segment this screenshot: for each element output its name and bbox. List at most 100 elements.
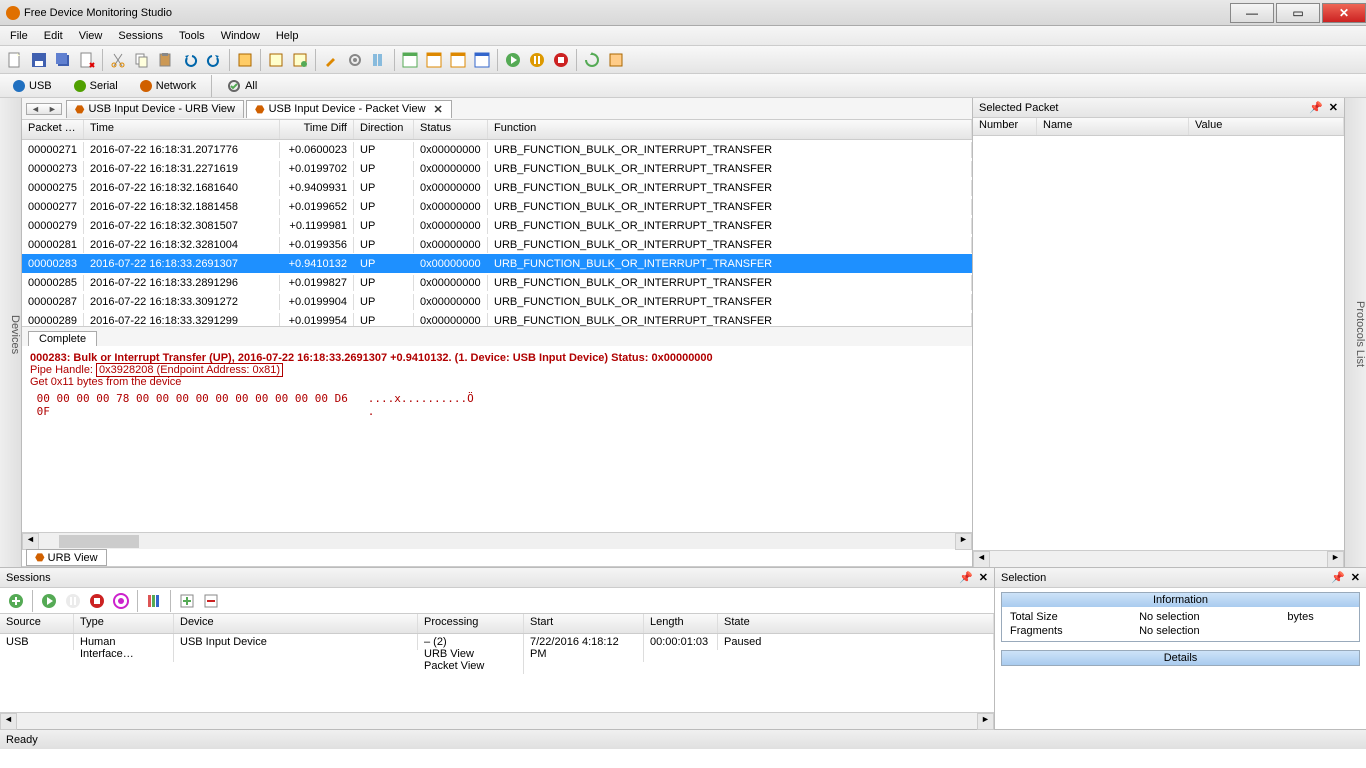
detail-pane[interactable]: 000283: Bulk or Interrupt Transfer (UP),… <box>22 346 972 532</box>
session-add-icon[interactable] <box>6 591 26 611</box>
tab-urb-view[interactable]: ⬣USB Input Device - URB View <box>66 100 244 118</box>
sessions-hscroll[interactable]: ◄► <box>0 712 994 729</box>
devices-dock-tab[interactable]: Devices <box>0 98 22 567</box>
close-panel-icon[interactable]: ✕ <box>1329 101 1338 114</box>
main-toolbar <box>0 46 1366 74</box>
copy-icon[interactable] <box>131 49 153 71</box>
session-pause-icon[interactable] <box>63 591 83 611</box>
paste-icon[interactable] <box>155 49 177 71</box>
selected-packet-columns: Number Name Value <box>973 118 1344 136</box>
filter-usb[interactable]: USB <box>4 77 61 95</box>
refresh-icon[interactable] <box>581 49 603 71</box>
maximize-button[interactable]: ▭ <box>1276 3 1320 23</box>
packet-row[interactable]: 000002852016-07-22 16:18:33.2891296+0.01… <box>22 273 972 292</box>
bottom-tab-urb-view[interactable]: ⬣ URB View <box>26 549 107 566</box>
redo-icon[interactable] <box>203 49 225 71</box>
help-icon[interactable] <box>605 49 627 71</box>
save-all-icon[interactable] <box>52 49 74 71</box>
packet-grid-header: Packet … Time Time Diff Direction Status… <box>22 120 972 140</box>
pin-icon[interactable]: 📌 <box>1309 101 1323 114</box>
sessions-columns: Source Type Device Processing Start Leng… <box>0 614 994 634</box>
save-icon[interactable] <box>28 49 50 71</box>
tool-icon-2[interactable] <box>265 49 287 71</box>
tool-icon-3[interactable] <box>289 49 311 71</box>
protocols-dock-tab[interactable]: Protocols List <box>1344 98 1366 567</box>
menu-edit[interactable]: Edit <box>44 30 63 42</box>
close-panel-icon[interactable]: ✕ <box>979 571 988 584</box>
pipe-handle-link[interactable]: 0x3928208 (Endpoint Address: 0x81) <box>96 363 283 377</box>
session-record-icon[interactable] <box>111 591 131 611</box>
tab-nav-arrows[interactable]: ◄► <box>26 103 62 115</box>
pause-icon[interactable] <box>526 49 548 71</box>
packet-row[interactable]: 000002872016-07-22 16:18:33.3091272+0.01… <box>22 292 972 311</box>
view-tabs: ◄► ⬣USB Input Device - URB View ⬣USB Inp… <box>22 98 972 120</box>
session-minus-icon[interactable] <box>201 591 221 611</box>
details-group: Details <box>1001 650 1360 666</box>
columns-icon[interactable] <box>368 49 390 71</box>
menu-file[interactable]: File <box>10 30 28 42</box>
settings-icon[interactable] <box>344 49 366 71</box>
selected-packet-hscroll[interactable]: ◄► <box>973 550 1344 567</box>
close-button[interactable]: ✕ <box>1322 3 1366 23</box>
packet-grid-body[interactable]: 000002712016-07-22 16:18:31.2071776+0.06… <box>22 140 972 326</box>
packet-row[interactable]: 000002712016-07-22 16:18:31.2071776+0.06… <box>22 140 972 159</box>
hex-dump: 00 00 00 00 78 00 00 00 00 00 00 00 00 0… <box>30 392 964 418</box>
session-stop-icon[interactable] <box>87 591 107 611</box>
delete-icon[interactable] <box>76 49 98 71</box>
window-icon-1[interactable] <box>399 49 421 71</box>
session-row[interactable]: USB Human Interface… USB Input Device – … <box>0 634 994 674</box>
packet-row[interactable]: 000002832016-07-22 16:18:33.2691307+0.94… <box>22 254 972 273</box>
col-timediff[interactable]: Time Diff <box>280 120 354 139</box>
menu-help[interactable]: Help <box>276 30 299 42</box>
col-time[interactable]: Time <box>84 120 280 139</box>
menu-bar: File Edit View Sessions Tools Window Hel… <box>0 26 1366 46</box>
sessions-header: Sessions 📌 ✕ <box>0 568 994 588</box>
menu-window[interactable]: Window <box>221 30 260 42</box>
status-bar: Ready <box>0 729 1366 749</box>
window-icon-3[interactable] <box>447 49 469 71</box>
stop-icon[interactable] <box>550 49 572 71</box>
selected-packet-header: Selected Packet 📌 ✕ <box>973 98 1344 118</box>
close-panel-icon[interactable]: ✕ <box>1351 571 1360 584</box>
app-icon <box>6 6 20 20</box>
col-direction[interactable]: Direction <box>354 120 414 139</box>
title-bar: Free Device Monitoring Studio — ▭ ✕ <box>0 0 1366 26</box>
play-icon[interactable] <box>502 49 524 71</box>
detail-tab-complete[interactable]: Complete <box>28 331 97 346</box>
undo-icon[interactable] <box>179 49 201 71</box>
filter-all[interactable]: All <box>218 76 266 96</box>
packet-row[interactable]: 000002892016-07-22 16:18:33.3291299+0.01… <box>22 311 972 326</box>
tab-packet-view[interactable]: ⬣USB Input Device - Packet View✕ <box>246 100 452 118</box>
col-function[interactable]: Function <box>488 120 972 139</box>
close-tab-icon[interactable]: ✕ <box>434 103 443 116</box>
packet-row[interactable]: 000002792016-07-22 16:18:32.3081507+0.11… <box>22 216 972 235</box>
pin-icon[interactable]: 📌 <box>959 571 973 584</box>
new-icon[interactable] <box>4 49 26 71</box>
col-packet[interactable]: Packet … <box>22 120 84 139</box>
brush-icon[interactable] <box>320 49 342 71</box>
filter-serial[interactable]: Serial <box>65 77 127 95</box>
information-group: Information Total SizeNo selectionbytes … <box>1001 592 1360 642</box>
menu-tools[interactable]: Tools <box>179 30 205 42</box>
packet-row[interactable]: 000002752016-07-22 16:18:32.1681640+0.94… <box>22 178 972 197</box>
session-columns-icon[interactable] <box>144 591 164 611</box>
session-play-icon[interactable] <box>39 591 59 611</box>
minimize-button[interactable]: — <box>1230 3 1274 23</box>
pin-icon[interactable]: 📌 <box>1331 571 1345 584</box>
tool-icon-1[interactable] <box>234 49 256 71</box>
detail-hscroll[interactable]: ◄► <box>22 532 972 549</box>
packet-row[interactable]: 000002732016-07-22 16:18:31.2271619+0.01… <box>22 159 972 178</box>
window-icon-4[interactable] <box>471 49 493 71</box>
status-text: Ready <box>6 734 38 746</box>
menu-sessions[interactable]: Sessions <box>118 30 163 42</box>
filter-bar: USB Serial Network All <box>0 74 1366 98</box>
window-icon-2[interactable] <box>423 49 445 71</box>
packet-row[interactable]: 000002772016-07-22 16:18:32.1881458+0.01… <box>22 197 972 216</box>
menu-view[interactable]: View <box>79 30 103 42</box>
cut-icon[interactable] <box>107 49 129 71</box>
session-plus-icon[interactable] <box>177 591 197 611</box>
filter-network[interactable]: Network <box>131 77 205 95</box>
col-status[interactable]: Status <box>414 120 488 139</box>
packet-row[interactable]: 000002812016-07-22 16:18:32.3281004+0.01… <box>22 235 972 254</box>
sessions-toolbar <box>0 588 994 614</box>
